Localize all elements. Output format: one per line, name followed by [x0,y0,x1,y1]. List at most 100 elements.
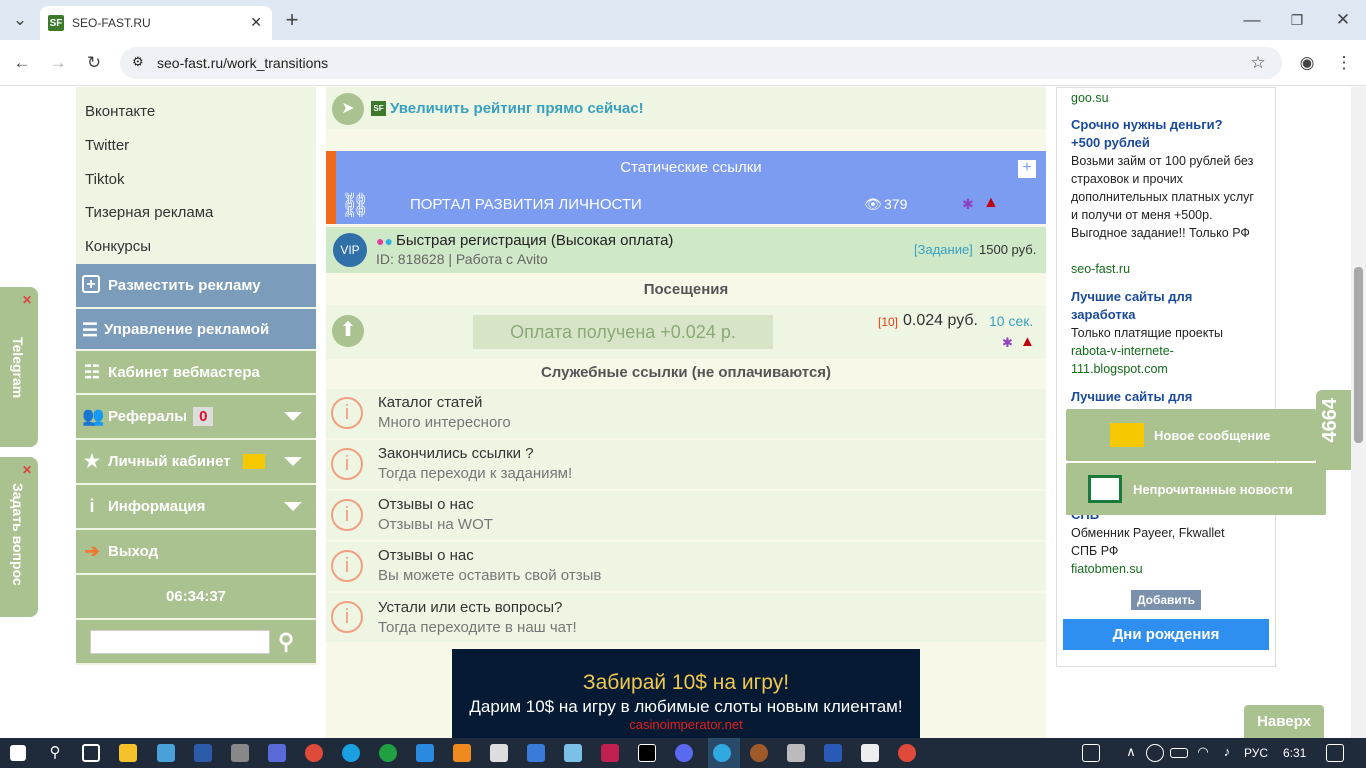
reload-icon[interactable]: ↻ [82,51,106,75]
service-link-row[interactable]: i Каталог статей Много интересного [326,389,1046,438]
keyboard-icon[interactable] [1082,744,1100,762]
service-link-title[interactable]: Устали или есть вопросы? [378,599,562,616]
referrals-button[interactable]: 👥 Рефералы 0 [76,395,316,440]
bug-icon[interactable]: ✱ [1002,335,1013,351]
forward-icon[interactable]: → [46,51,70,75]
meet-icon[interactable] [1146,744,1164,762]
close-icon[interactable]: ✕ [22,293,32,307]
ad-link[interactable]: fiatobmen.su [1071,560,1143,578]
back-to-top-button[interactable]: Наверх [1244,705,1324,738]
intellij-icon[interactable] [638,744,656,762]
menu-link-contests[interactable]: Конкурсы [85,238,151,255]
tab-search-icon[interactable]: ⌄ [8,8,32,32]
menu-link-vk[interactable]: Вконтакте [85,103,155,120]
cabinet-button[interactable]: ★ Личный кабинет [76,440,316,485]
menu-link-twitter[interactable]: Twitter [85,137,129,154]
ad-link[interactable]: seo-fast.ru [1071,260,1130,278]
app-icon[interactable] [157,744,175,762]
task-view-icon[interactable] [82,744,100,762]
minimize-icon[interactable]: — [1240,8,1264,32]
chevron-down-icon[interactable] [284,412,302,421]
search-icon[interactable]: ⚲ [46,744,64,762]
birthdays-button[interactable]: Дни рождения [1063,619,1269,650]
new-tab-icon[interactable]: + [280,7,304,32]
chevron-up-icon[interactable]: ∧ [1122,744,1140,762]
discord-icon[interactable] [675,744,693,762]
chevron-down-icon[interactable] [284,502,302,511]
chrome-icon[interactable] [898,744,916,762]
page-scrollbar[interactable] [1351,87,1366,738]
app-icon[interactable] [750,744,768,762]
expand-plus-icon[interactable]: + [1018,160,1036,178]
menu-link-teaser[interactable]: Тизерная реклама [85,204,213,221]
sublime-icon[interactable] [453,744,471,762]
rating-link[interactable]: Увеличить рейтинг прямо сейчас! [390,100,644,117]
vip-row[interactable]: VIP ●● Быстрая регистрация (Высокая опла… [326,227,1046,273]
service-link-row[interactable]: i Отзывы о нас Отзывы на WOT [326,491,1046,540]
service-link-title[interactable]: Каталог статей [378,394,482,411]
service-link-row[interactable]: i Отзывы о нас Вы можете оставить свой о… [326,542,1046,591]
app-icon[interactable] [787,744,805,762]
volume-icon[interactable]: ♪ [1218,744,1236,762]
menu-link-tiktok[interactable]: Tiktok [85,171,124,188]
service-link-title[interactable]: Отзывы о нас [378,547,474,564]
notification-center-icon[interactable] [1326,744,1344,762]
site-info-icon[interactable]: ⚙ [132,54,144,70]
info-button[interactable]: i Информация [76,485,316,530]
terminal-icon[interactable] [194,744,212,762]
notepad-icon[interactable] [564,744,582,762]
ad-link[interactable]: goo.su [1071,89,1109,107]
casino-banner[interactable]: Забирай 10$ на игру! Дарим 10$ на игру в… [452,649,920,738]
logout-button[interactable]: ➔ Выход [76,530,316,575]
vscode-icon[interactable] [416,744,434,762]
search-input[interactable] [90,629,270,654]
ad-title[interactable]: Лучшие сайты для [1071,388,1192,406]
scrollbar-thumb[interactable] [1354,267,1363,443]
back-icon[interactable]: ← [10,51,34,75]
close-tab-icon[interactable]: ✕ [250,14,262,31]
ad-title[interactable]: Срочно нужны деньги? +500 рублей [1071,116,1241,152]
close-icon[interactable]: ✕ [22,463,32,477]
service-link-row[interactable]: i Закончились ссылки ? Тогда переходи к … [326,440,1046,489]
ask-question-side-tab[interactable]: ✕ Задать вопрос [0,457,38,617]
profile-icon[interactable]: ◉ [1295,51,1319,75]
battery-icon[interactable] [1170,748,1188,758]
chrome-menu-icon[interactable]: ⋮ [1332,51,1356,75]
portal-row[interactable]: ⛓ ПОРТАЛ РАЗВИТИЯ ЛИЧНОСТИ 👁 379 ✱ ▲ [326,186,1046,224]
warning-icon[interactable]: ▲ [983,194,999,212]
app-icon[interactable] [861,744,879,762]
bug-icon[interactable]: ✱ [962,196,974,213]
windows-start-icon[interactable] [10,745,26,761]
notification-counter[interactable]: 4664 [1316,390,1351,470]
portal-title[interactable]: ПОРТАЛ РАЗВИТИЯ ЛИЧНОСТИ [410,196,642,213]
service-link-title[interactable]: Закончились ссылки ? [378,445,534,462]
app-icon[interactable] [268,744,286,762]
add-ad-button[interactable]: Добавить [1131,590,1201,610]
chevron-down-icon[interactable] [284,457,302,466]
new-message-notification[interactable]: Новое сообщение [1066,409,1316,461]
url-field[interactable]: ⚙ seo-fast.ru/work_transitions [120,47,1282,79]
rating-row[interactable]: ➤ SF Увеличить рейтинг прямо сейчас! [326,87,1046,129]
bookmark-star-icon[interactable]: ☆ [1246,51,1270,75]
edge-icon[interactable] [342,744,360,762]
jetbrains-icon[interactable] [601,744,619,762]
browser-tab[interactable]: SF SEO-FAST.RU ✕ [40,6,272,40]
ad-link[interactable]: rabota-v-internete-111.blogspot.com [1071,342,1191,378]
service-link-title[interactable]: Отзывы о нас [378,496,474,513]
place-ad-button[interactable]: + Разместить рекламу [76,264,316,309]
warning-icon[interactable]: ▲ [1020,333,1035,350]
search-icon[interactable]: ⚲ [278,629,294,655]
unread-news-notification[interactable]: Непрочитанные новости [1066,463,1326,515]
calculator-icon[interactable] [231,744,249,762]
language-indicator[interactable]: РУС [1244,746,1268,760]
close-window-icon[interactable]: ✕ [1331,8,1355,32]
manage-ads-button[interactable]: ☰ Управление рекламой [76,309,316,351]
explorer-icon[interactable] [119,744,137,762]
service-link-row[interactable]: i Устали или есть вопросы? Тогда переход… [326,593,1046,642]
vip-title[interactable]: Быстрая регистрация (Высокая оплата) [396,232,673,249]
shield-icon[interactable] [527,744,545,762]
task-link[interactable]: [Задание] [914,242,973,257]
telegram-side-tab[interactable]: ✕ Telegram [0,287,38,447]
taskbar-clock[interactable]: 6:31 [1283,746,1306,760]
word-icon[interactable] [824,744,842,762]
